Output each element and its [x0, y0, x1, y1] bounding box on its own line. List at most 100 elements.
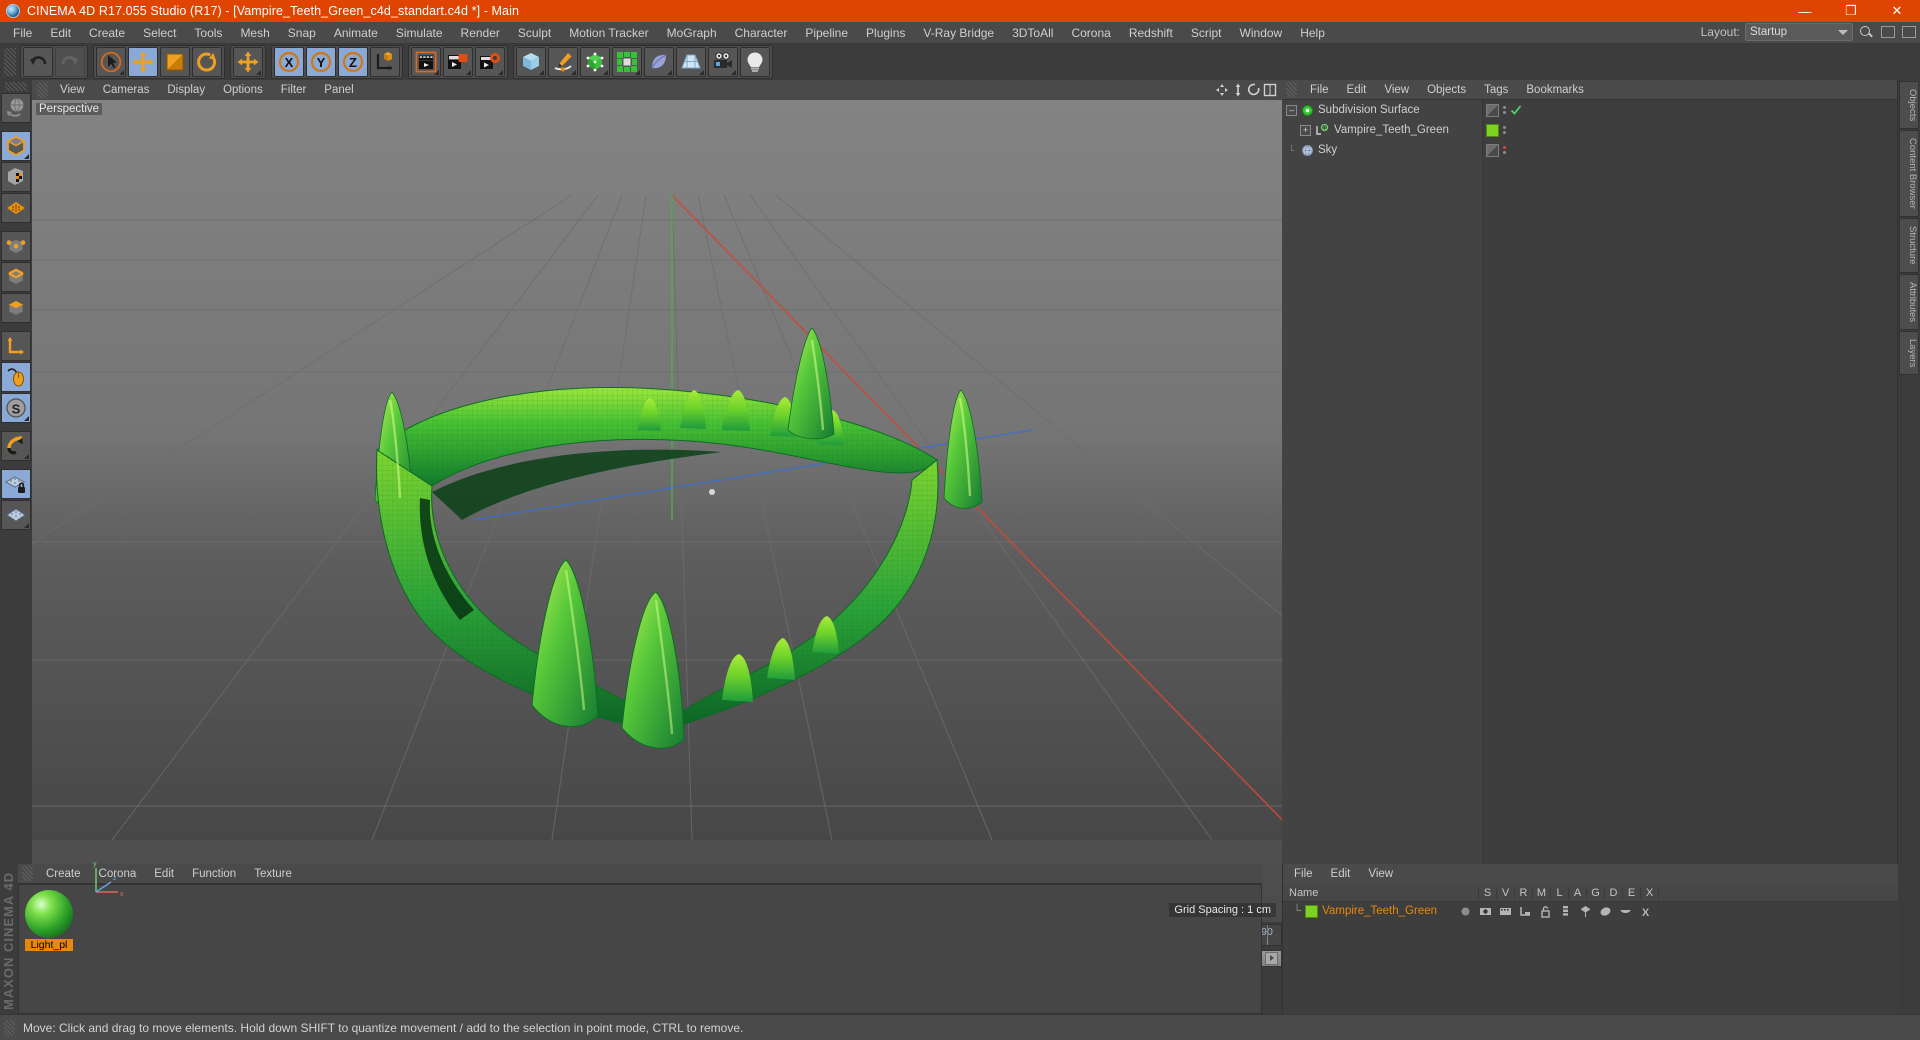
render-icon[interactable] — [1499, 905, 1512, 918]
range-right-handle[interactable] — [1265, 951, 1278, 965]
generator-icon[interactable] — [580, 47, 610, 77]
visibility-icon[interactable] — [1479, 905, 1492, 918]
check-icon[interactable] — [1510, 104, 1522, 116]
expander-toggle[interactable]: └ — [1286, 145, 1297, 156]
lock-open-icon[interactable] — [1539, 905, 1552, 918]
deformer-icon[interactable] — [644, 47, 674, 77]
mat-menu-edit[interactable]: Edit — [145, 864, 183, 884]
om-menu-edit[interactable]: Edit — [1338, 80, 1376, 100]
selection-dot-icon[interactable] — [1459, 905, 1472, 918]
menu-item-render[interactable]: Render — [452, 22, 509, 44]
visibility-dots[interactable] — [1503, 106, 1506, 114]
menu-item-redshift[interactable]: Redshift — [1120, 22, 1182, 44]
object-row-subdivision-surface[interactable]: – Subdivision Surface — [1282, 100, 1482, 120]
br-menu-file[interactable]: File — [1285, 864, 1322, 884]
column-header-name[interactable]: Name — [1283, 886, 1479, 899]
animation-icon[interactable] — [1559, 905, 1572, 918]
column-header-g[interactable]: G — [1587, 886, 1605, 899]
viewport-menu-display[interactable]: Display — [158, 80, 214, 100]
object-row-vampire-teeth-green[interactable]: +0 Vampire_Teeth_Green — [1282, 120, 1482, 140]
light-icon[interactable] — [740, 47, 770, 77]
search-icon[interactable] — [1858, 24, 1874, 40]
undo-icon[interactable] — [23, 47, 53, 77]
object-visibility-toggle[interactable] — [1486, 103, 1499, 117]
mat-menu-function[interactable]: Function — [183, 864, 245, 884]
om-menu-file[interactable]: File — [1301, 80, 1338, 100]
polygons-mode-icon[interactable] — [1, 293, 31, 323]
menu-item-sculpt[interactable]: Sculpt — [509, 22, 560, 44]
visibility-dots[interactable] — [1503, 146, 1506, 154]
layout-dropdown[interactable]: Startup — [1745, 23, 1853, 41]
world-coord-icon[interactable] — [370, 47, 400, 77]
column-header-m[interactable]: M — [1533, 886, 1551, 899]
menu-item-help[interactable]: Help — [1291, 22, 1334, 44]
camera-icon[interactable] — [708, 47, 738, 77]
menu-item-mesh[interactable]: Mesh — [231, 22, 278, 44]
mat-menu-create[interactable]: Create — [37, 864, 90, 884]
undo-view-icon[interactable] — [1, 93, 31, 123]
menu-item-corona[interactable]: Corona — [1062, 22, 1119, 44]
column-header-x[interactable]: X — [1641, 886, 1659, 899]
points-mode-icon[interactable] — [1, 231, 31, 261]
render-settings-icon[interactable] — [475, 47, 505, 77]
column-header-r[interactable]: R — [1515, 886, 1533, 899]
magnet-icon[interactable] — [1, 431, 31, 461]
om-menu-bookmarks[interactable]: Bookmarks — [1517, 80, 1593, 100]
menu-item-mograph[interactable]: MoGraph — [658, 22, 726, 44]
select-live-icon[interactable] — [96, 47, 126, 77]
panel-grip[interactable] — [22, 866, 33, 881]
material-tag-icon[interactable] — [1519, 905, 1532, 918]
move-tool-icon[interactable] — [233, 47, 263, 77]
cube-primitive-icon[interactable] — [516, 47, 546, 77]
scale-icon[interactable] — [160, 47, 190, 77]
menu-item-tools[interactable]: Tools — [185, 22, 231, 44]
expression-tag-icon[interactable] — [1619, 905, 1632, 918]
soft-selection-icon[interactable]: S — [1, 393, 31, 423]
menu-item-3dtoall[interactable]: 3DToAll — [1003, 22, 1062, 44]
workplane-lock-icon[interactable] — [1, 469, 31, 499]
axis-y-icon[interactable]: Y — [306, 47, 336, 77]
object-row-sky[interactable]: └ Sky — [1282, 140, 1482, 160]
br-menu-edit[interactable]: Edit — [1322, 864, 1360, 884]
enable-snap-icon[interactable] — [1, 362, 31, 392]
toolbar-grip[interactable] — [4, 48, 16, 76]
axis-modify-icon[interactable] — [1, 331, 31, 361]
scene-floor-icon[interactable] — [676, 47, 706, 77]
panel-grip[interactable] — [1286, 82, 1297, 97]
menu-item-animate[interactable]: Animate — [325, 22, 387, 44]
menu-item-create[interactable]: Create — [80, 22, 134, 44]
column-header-e[interactable]: E — [1623, 886, 1641, 899]
rotate-icon[interactable] — [192, 47, 222, 77]
menu-item-plugins[interactable]: Plugins — [857, 22, 914, 44]
menu-item-snap[interactable]: Snap — [279, 22, 325, 44]
menu-item-motion-tracker[interactable]: Motion Tracker — [560, 22, 657, 44]
menu-item-simulate[interactable]: Simulate — [387, 22, 452, 44]
edge-tab-attributes[interactable]: Attributes — [1899, 273, 1919, 330]
mograph-icon[interactable] — [612, 47, 642, 77]
edge-tab-structure[interactable]: Structure — [1899, 217, 1919, 273]
viewport-menu-cameras[interactable]: Cameras — [94, 80, 159, 100]
om-menu-objects[interactable]: Objects — [1418, 80, 1475, 100]
minimize-button[interactable]: — — [1782, 0, 1828, 22]
layout-window-icon[interactable] — [1881, 26, 1895, 38]
br-menu-view[interactable]: View — [1359, 864, 1402, 884]
column-header-v[interactable]: V — [1497, 886, 1515, 899]
expander-toggle[interactable]: – — [1286, 104, 1297, 116]
material-item[interactable]: Light_pl — [25, 890, 73, 951]
viewport-menu-grip[interactable] — [37, 82, 48, 98]
viewport-menu-panel[interactable]: Panel — [315, 80, 362, 100]
texture-mode-icon[interactable] — [1, 162, 31, 192]
om-menu-tags[interactable]: Tags — [1475, 80, 1517, 100]
viewport-menu-options[interactable]: Options — [214, 80, 272, 100]
redo-icon[interactable] — [55, 47, 85, 77]
object-color-swatch[interactable] — [1486, 123, 1499, 137]
layout-restore-icon[interactable] — [1902, 26, 1916, 38]
workplane-icon[interactable] — [1, 500, 31, 530]
edge-tab-content-browser[interactable]: Content Browser — [1899, 130, 1919, 217]
menu-item-window[interactable]: Window — [1231, 22, 1292, 44]
column-header-s[interactable]: S — [1479, 886, 1497, 899]
render-to-picture-icon[interactable] — [443, 47, 473, 77]
object-tree[interactable]: – Subdivision Surface +0 Vampire_Teeth_Gree… — [1282, 100, 1482, 880]
column-header-a[interactable]: A — [1569, 886, 1587, 899]
generator-tag-icon[interactable] — [1579, 905, 1592, 918]
